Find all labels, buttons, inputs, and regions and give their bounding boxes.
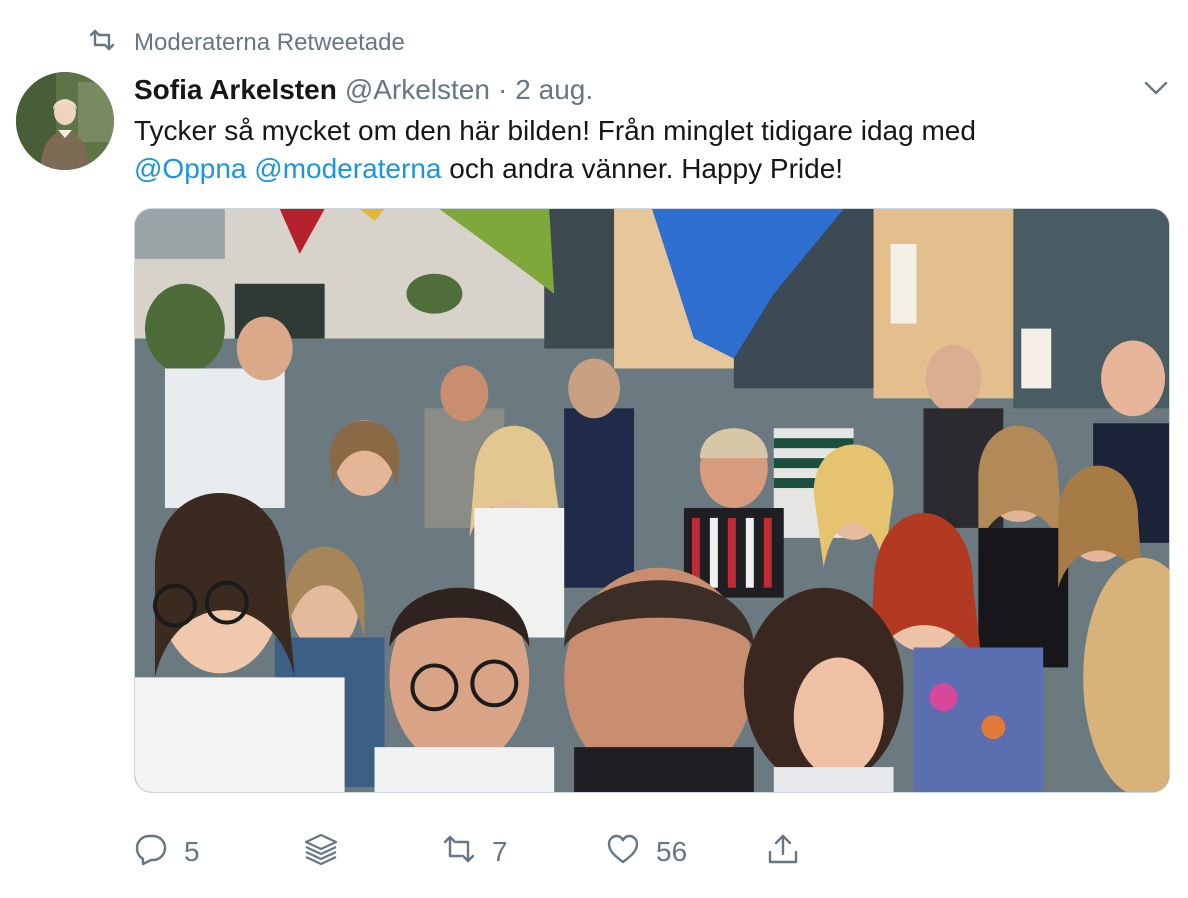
- like-button[interactable]: 56: [606, 832, 766, 873]
- tweet-actions: 5 7 56: [134, 828, 800, 876]
- tweet-text-part1: Tycker så mycket om den här bilden! Från…: [134, 115, 976, 146]
- share-icon: [766, 832, 800, 873]
- social-context: Moderaterna Retweetade: [88, 28, 405, 58]
- tweet-text: Tycker så mycket om den här bilden! Från…: [134, 112, 1154, 188]
- crowd-photo: [135, 209, 1169, 792]
- author-handle[interactable]: @Arkelsten: [345, 74, 490, 106]
- retweet-button[interactable]: 7: [442, 832, 606, 873]
- heart-icon: [606, 832, 640, 873]
- tweet-photo[interactable]: [134, 208, 1170, 793]
- author-name[interactable]: Sofia Arkelsten: [134, 74, 337, 106]
- share-button[interactable]: [766, 832, 800, 873]
- share-to-layers-button[interactable]: [304, 832, 442, 873]
- tweet-header: Sofia Arkelsten @Arkelsten · 2 aug.: [134, 72, 593, 108]
- avatar[interactable]: [16, 72, 114, 170]
- like-count: 56: [656, 836, 688, 867]
- retweet-icon: [88, 29, 116, 58]
- more-options-button[interactable]: [1140, 76, 1172, 104]
- reply-button[interactable]: 5: [134, 832, 304, 873]
- retweet-icon: [442, 832, 476, 873]
- tweet-date[interactable]: 2 aug.: [515, 74, 593, 106]
- separator-dot: ·: [497, 74, 508, 105]
- reply-icon: [134, 832, 168, 873]
- chevron-down-icon: [1144, 81, 1168, 100]
- retweeted-by-label[interactable]: Moderaterna Retweetade: [134, 29, 405, 57]
- retweet-count: 7: [492, 836, 508, 867]
- layers-icon: [304, 832, 338, 873]
- reply-count: 5: [184, 836, 200, 867]
- mention-moderaterna[interactable]: @moderaterna: [254, 153, 441, 184]
- tweet-text-part2: och andra vänner. Happy Pride!: [449, 153, 844, 184]
- mention-oppna[interactable]: @Oppna: [134, 153, 247, 184]
